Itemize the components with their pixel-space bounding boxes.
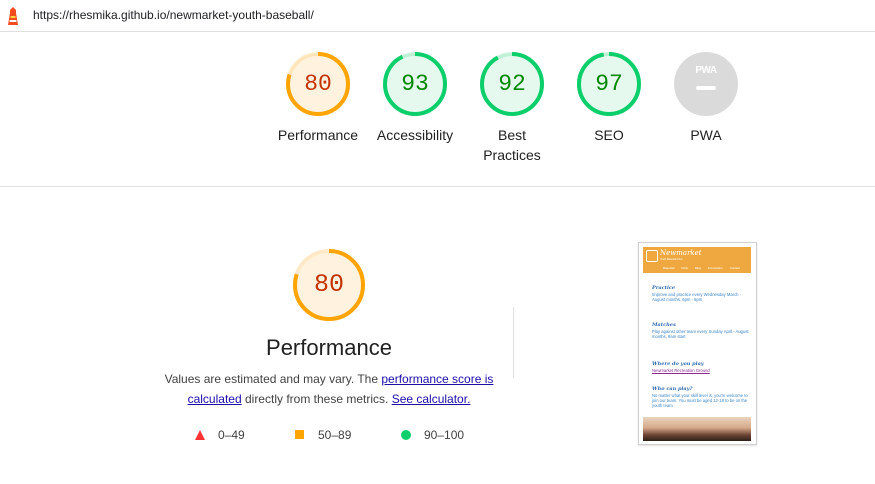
nav-item: Contact xyxy=(729,266,740,270)
section-text: Play against other team every Sunday Apr… xyxy=(652,329,749,339)
section-link: Newmarket Recreation Ground xyxy=(652,368,710,373)
nav-item: Baseball Drills xyxy=(663,266,689,270)
section-heading: Where do you play xyxy=(652,361,704,367)
legend-label: 0–49 xyxy=(218,428,245,442)
pwa-badge-text: PWA xyxy=(695,65,717,76)
pwa-badge-icon xyxy=(674,52,738,116)
gauge-pwa[interactable]: PWA PWA xyxy=(658,51,754,145)
seo-score: 97 xyxy=(595,71,623,97)
site-subtitle: Youth Baseball Club xyxy=(660,258,683,261)
legend-label: 50–89 xyxy=(318,428,352,442)
performance-label: Performance xyxy=(277,127,359,143)
best-practices-score: 92 xyxy=(498,71,526,97)
performance-title: Performance xyxy=(266,335,392,360)
triangle-icon xyxy=(195,430,205,440)
performance-score-large: 80 xyxy=(313,270,344,299)
gauge-seo[interactable]: 97 SEO xyxy=(561,51,657,145)
page-url[interactable]: https://rhesmika.github.io/newmarket-you… xyxy=(33,8,314,22)
performance-gauge-large: 80 xyxy=(292,248,366,322)
lighthouse-icon xyxy=(8,7,18,25)
gauge-best-practices[interactable]: 92 Best Practices xyxy=(464,51,560,165)
circle-icon xyxy=(401,430,411,440)
gauge-performance[interactable]: 80 Performance xyxy=(270,51,366,145)
trees-photo xyxy=(643,417,751,441)
site-section-matches: Matches Play against other team every Su… xyxy=(652,322,750,339)
section-text: Improve and practice every Wednesday Mar… xyxy=(652,292,742,302)
pwa-dash-icon xyxy=(696,86,716,90)
nav-item: Blog xyxy=(694,266,701,270)
description-text: Values are estimated and may vary. The xyxy=(164,372,382,386)
nav-item: Information xyxy=(707,266,723,270)
performance-description: Values are estimated and may vary. The p… xyxy=(160,369,498,409)
site-nav: Baseball Drills Blog Information Contact xyxy=(663,266,740,270)
url-bar: https://rhesmika.github.io/newmarket-you… xyxy=(0,0,875,32)
site-section-who: Who can play? No matter what your skill … xyxy=(652,386,750,408)
seo-label: SEO xyxy=(594,127,624,143)
calculator-link[interactable]: See calculator. xyxy=(392,392,471,406)
section-text: No matter what your skill level is, you'… xyxy=(652,393,748,408)
accessibility-label: Accessibility xyxy=(376,127,454,143)
description-text: directly from these metrics. xyxy=(241,392,392,406)
baseball-logo-icon xyxy=(646,250,658,262)
section-heading: Matches xyxy=(652,322,676,328)
performance-score: 80 xyxy=(304,71,332,97)
section-heading: Practice xyxy=(652,285,676,291)
legend-label: 90–100 xyxy=(424,428,465,442)
site-header: Newmarket Youth Baseball Club Baseball D… xyxy=(643,247,751,273)
section-divider xyxy=(0,186,875,187)
square-icon xyxy=(295,430,304,439)
gauge-accessibility[interactable]: 93 Accessibility xyxy=(367,51,463,145)
site-section-where: Where do you play Newmarket Recreation G… xyxy=(652,361,750,373)
section-heading: Who can play? xyxy=(652,386,693,392)
accessibility-score: 93 xyxy=(401,71,429,97)
pwa-label: PWA xyxy=(690,127,722,143)
site-section-practice: Practice Improve and practice every Wedn… xyxy=(652,285,750,302)
best-practices-label: Best Practices xyxy=(483,127,541,163)
vertical-divider xyxy=(513,307,514,378)
site-title: Newmarket xyxy=(660,249,702,257)
final-screenshot-thumbnail[interactable]: Newmarket Youth Baseball Club Baseball D… xyxy=(638,242,757,445)
